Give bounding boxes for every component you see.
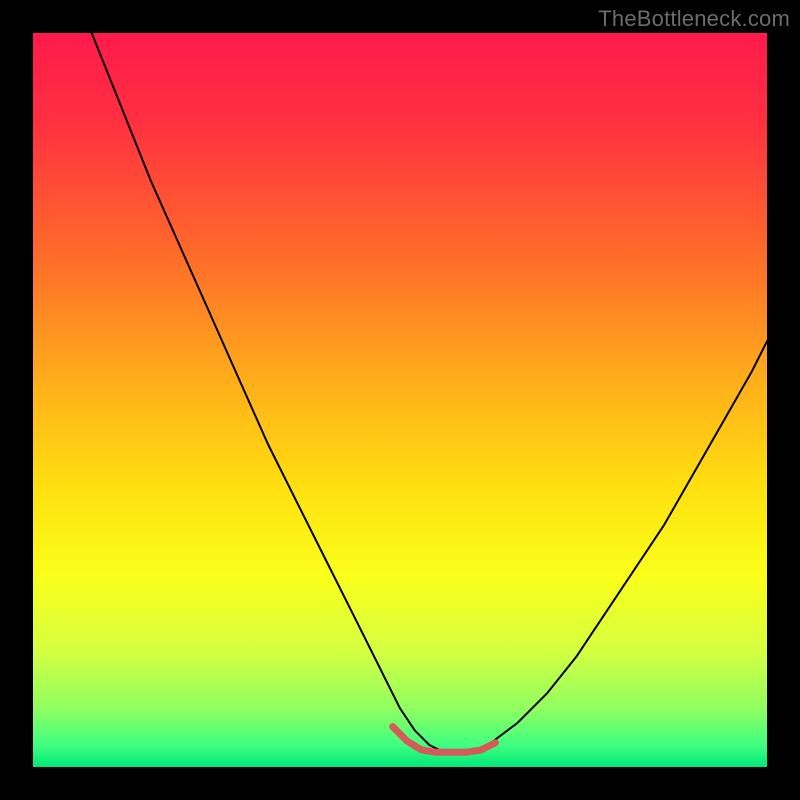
plot-area [33,33,767,767]
bottleneck-curve [92,33,767,752]
chart-frame: TheBottleneck.com [0,0,800,800]
curve-layer [33,33,767,767]
watermark-text: TheBottleneck.com [598,6,790,32]
optimal-band [393,727,496,753]
